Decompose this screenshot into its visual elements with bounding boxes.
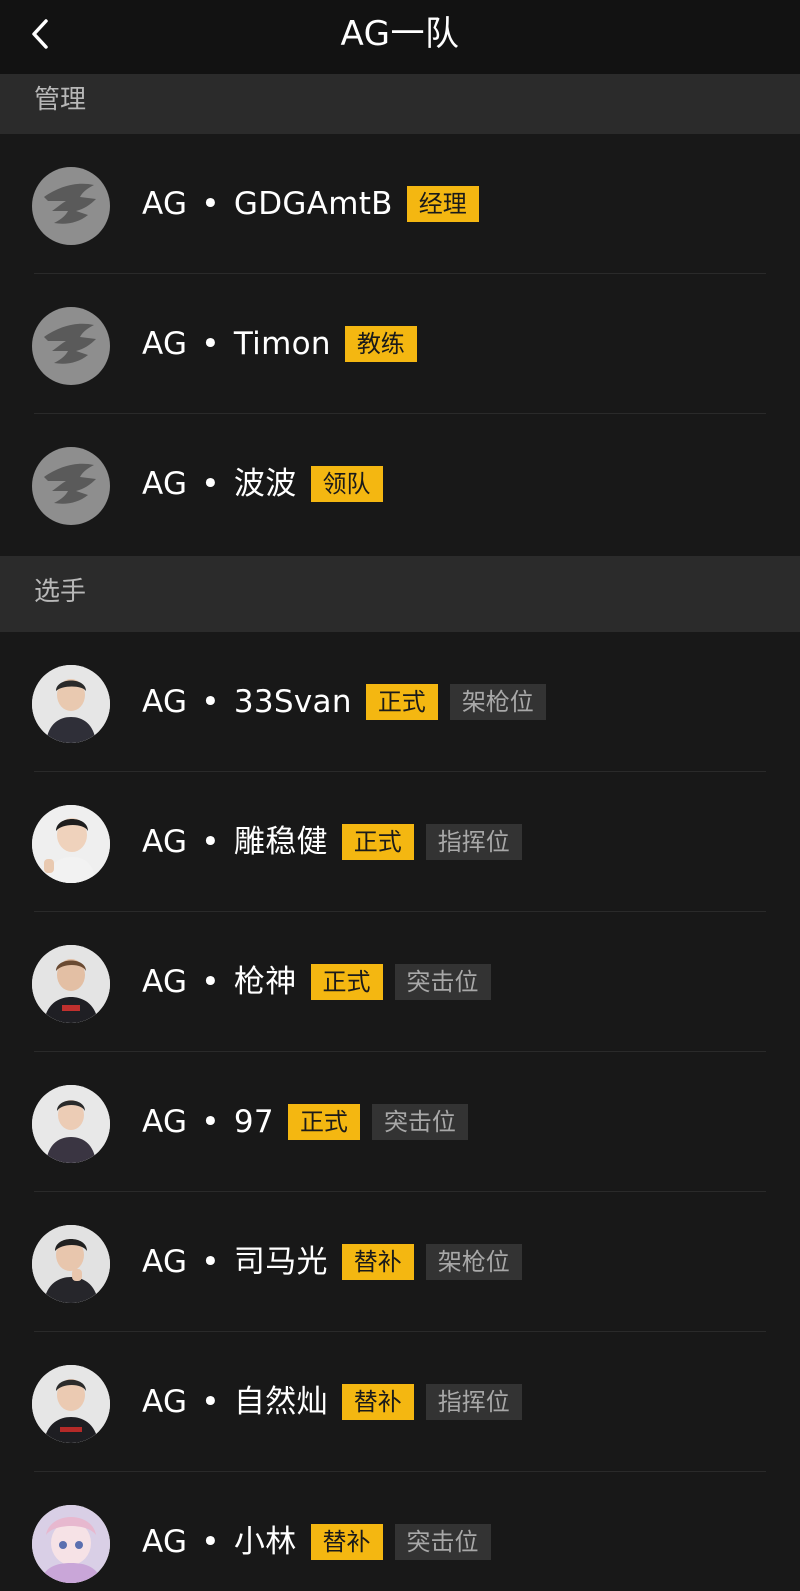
position-badge: 突击位 xyxy=(394,1524,491,1560)
position-badge: 指挥位 xyxy=(425,1384,522,1420)
member-row[interactable]: AG • 33Svan 正式 架枪位 xyxy=(0,632,800,772)
player-photo-icon xyxy=(32,945,110,1023)
member-name: 枪神 xyxy=(233,964,297,1000)
position-badge: 架枪位 xyxy=(425,1244,522,1280)
member-name: 雕稳健 xyxy=(233,824,328,860)
avatar xyxy=(32,805,110,883)
team-logo-icon xyxy=(44,183,96,224)
team-tag: AG xyxy=(142,1384,188,1420)
avatar xyxy=(32,1505,110,1583)
member-row[interactable]: AG • 97 正式 突击位 xyxy=(0,1052,800,1192)
avatar xyxy=(32,665,110,743)
member-name: 司马光 xyxy=(233,1244,328,1280)
member-name: 33Svan xyxy=(233,684,352,720)
role-badge: 经理 xyxy=(406,186,479,222)
name-separator: • xyxy=(201,466,220,502)
member-row[interactable]: AG • 枪神 正式 突击位 xyxy=(0,912,800,1052)
team-tag: AG xyxy=(142,1104,188,1140)
member-row[interactable]: AG • 雕稳健 正式 指挥位 xyxy=(0,772,800,912)
role-badge: 正式 xyxy=(365,684,438,720)
section-header-players: 选手 xyxy=(0,556,800,632)
name-separator: • xyxy=(201,964,220,1000)
top-nav-bar: AG一队 xyxy=(0,0,800,74)
team-roster-screen: AG一队 管理 AG • GDGAmtB 经理 AG • Timon 教练 AG… xyxy=(0,0,800,1591)
team-tag: AG xyxy=(142,824,188,860)
page-title: AG一队 xyxy=(340,14,460,54)
section-header-management: 管理 xyxy=(0,74,800,134)
position-badge: 架枪位 xyxy=(449,684,546,720)
team-tag: AG xyxy=(142,326,188,362)
role-badge: 替补 xyxy=(341,1244,414,1280)
section-title: 选手 xyxy=(34,577,87,607)
position-badge: 突击位 xyxy=(371,1104,468,1140)
avatar xyxy=(32,447,110,525)
member-name: GDGAmtB xyxy=(233,186,393,222)
member-name: 小林 xyxy=(233,1524,297,1560)
avatar xyxy=(32,1225,110,1303)
member-name: 波波 xyxy=(233,466,297,502)
member-row[interactable]: AG • 司马光 替补 架枪位 xyxy=(0,1192,800,1332)
team-tag: AG xyxy=(142,466,188,502)
player-photo-icon xyxy=(32,1085,110,1163)
member-row[interactable]: AG • GDGAmtB 经理 xyxy=(0,134,800,274)
name-separator: • xyxy=(201,1104,220,1140)
avatar xyxy=(32,945,110,1023)
section-title: 管理 xyxy=(34,85,87,115)
member-name: 自然灿 xyxy=(233,1384,328,1420)
player-photo-icon xyxy=(32,665,110,743)
member-row[interactable]: AG • 自然灿 替补 指挥位 xyxy=(0,1332,800,1472)
role-badge: 正式 xyxy=(310,964,383,1000)
member-row[interactable]: AG • 波波 领队 xyxy=(0,414,800,554)
member-name: Timon xyxy=(233,326,331,362)
role-badge: 替补 xyxy=(341,1384,414,1420)
avatar xyxy=(32,1365,110,1443)
team-tag: AG xyxy=(142,186,188,222)
name-separator: • xyxy=(201,684,220,720)
name-separator: • xyxy=(201,1524,220,1560)
player-photo-icon xyxy=(32,805,110,883)
team-logo-icon xyxy=(44,323,96,364)
team-tag: AG xyxy=(142,964,188,1000)
member-row[interactable]: AG • Timon 教练 xyxy=(0,274,800,414)
name-separator: • xyxy=(201,326,220,362)
player-photo-icon xyxy=(32,1365,110,1443)
anime-avatar-icon xyxy=(32,1505,110,1583)
position-badge: 突击位 xyxy=(394,964,491,1000)
player-photo-icon xyxy=(32,1225,110,1303)
role-badge: 正式 xyxy=(287,1104,360,1140)
avatar xyxy=(32,167,110,245)
role-badge: 正式 xyxy=(341,824,414,860)
name-separator: • xyxy=(201,824,220,860)
team-tag: AG xyxy=(142,1244,188,1280)
position-badge: 指挥位 xyxy=(425,824,522,860)
role-badge: 教练 xyxy=(344,326,417,362)
name-separator: • xyxy=(201,1244,220,1280)
member-name: 97 xyxy=(233,1104,274,1140)
team-tag: AG xyxy=(142,684,188,720)
role-badge: 领队 xyxy=(310,466,383,502)
name-separator: • xyxy=(201,1384,220,1420)
name-separator: • xyxy=(201,186,220,222)
avatar xyxy=(32,1085,110,1163)
team-tag: AG xyxy=(142,1524,188,1560)
team-logo-icon xyxy=(44,463,96,504)
avatar xyxy=(32,307,110,385)
member-row[interactable]: AG • 小林 替补 突击位 xyxy=(0,1472,800,1591)
role-badge: 替补 xyxy=(310,1524,383,1560)
